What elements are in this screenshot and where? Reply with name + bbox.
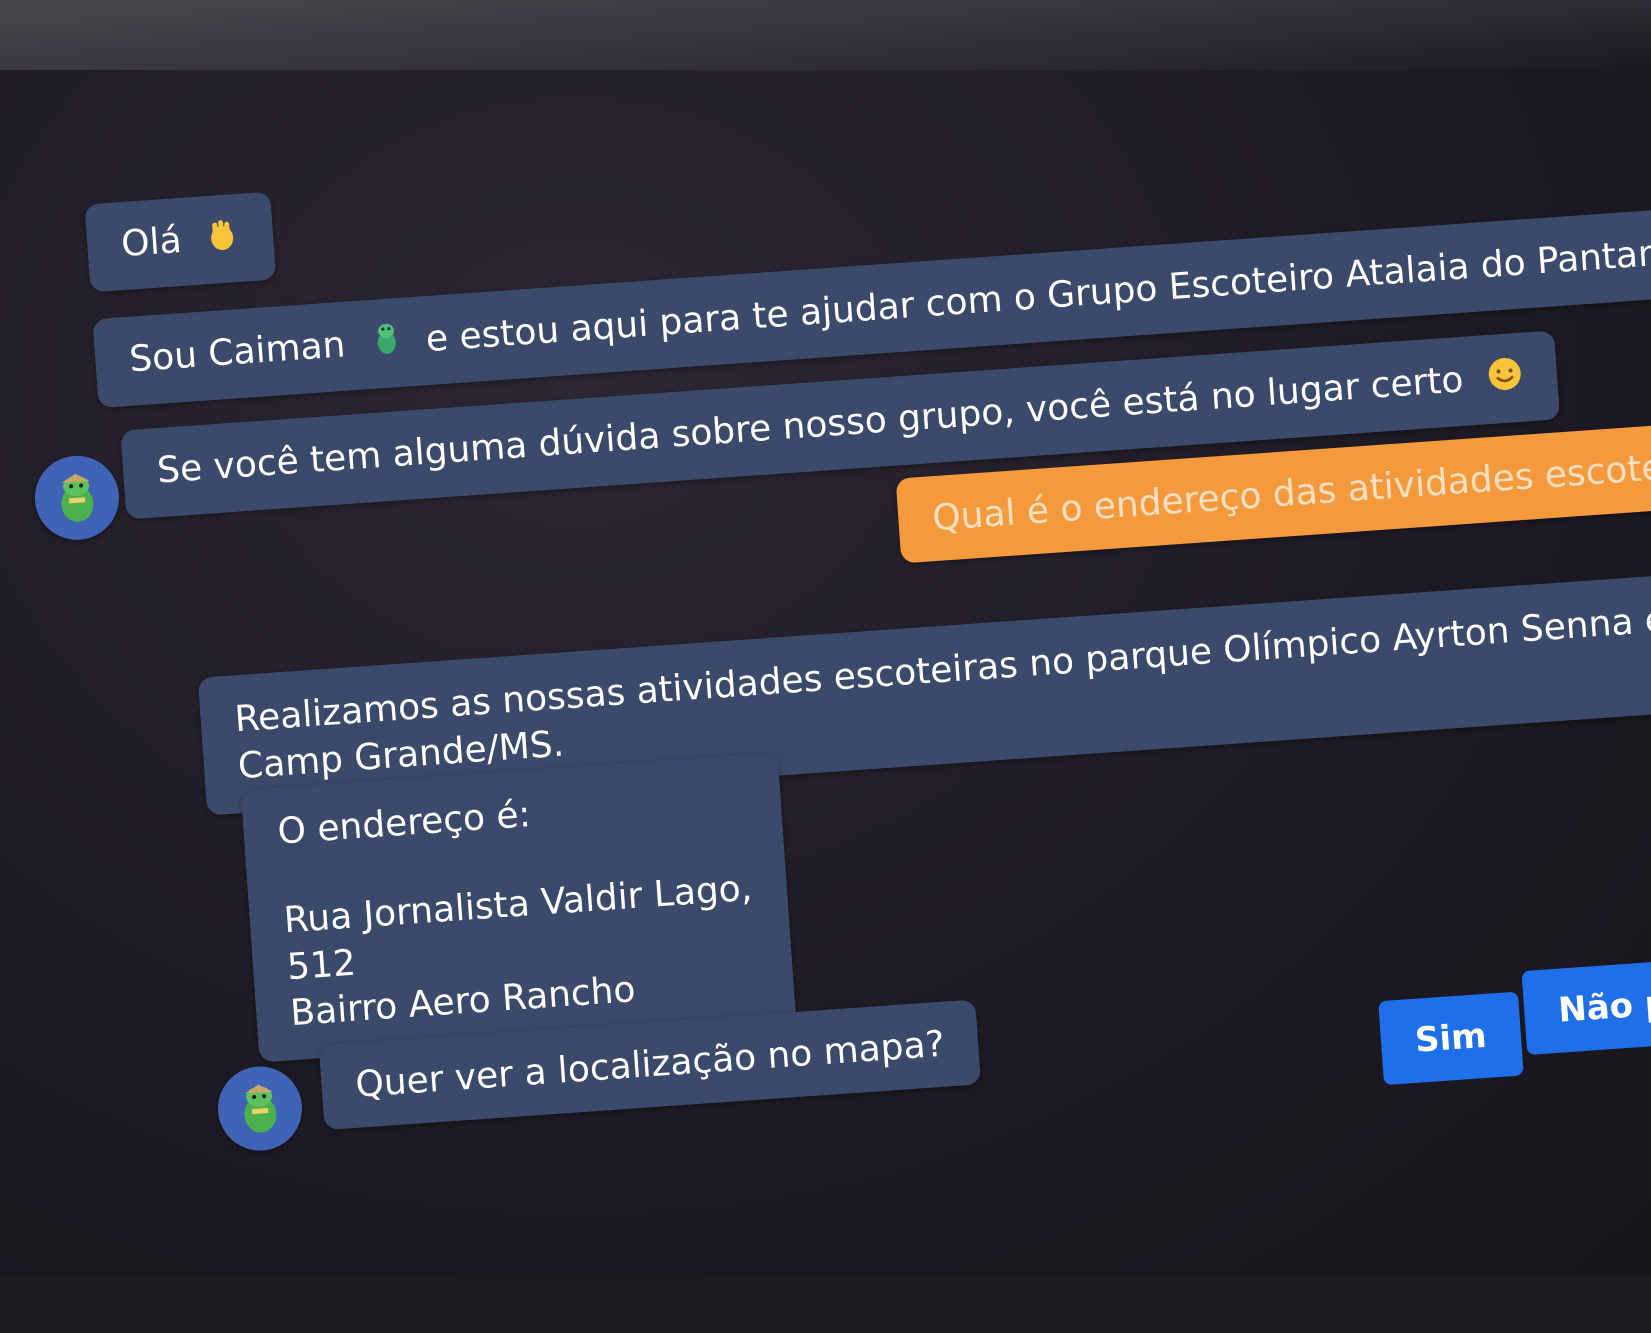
smiling-face-icon	[1485, 355, 1524, 402]
waving-hand-icon	[204, 216, 241, 261]
message-text: Realizamos as nossas atividades escoteir…	[233, 596, 1651, 788]
message-text: Qual é o endereço das atividades escote	[931, 447, 1651, 540]
bot-message-address: O endereço é: Rua Jornalista Valdir Lago…	[240, 752, 797, 1063]
message-text: Quer ver a localização no mapa?	[354, 1023, 946, 1106]
crocodile-icon	[367, 320, 406, 367]
message-text: Olá	[119, 219, 184, 266]
crocodile-scout-icon	[61, 473, 94, 522]
no-button[interactable]: Não pr	[1521, 952, 1651, 1056]
chat-window: Olá Sou Caiman e estou aqui para te ajud…	[14, 0, 1651, 1332]
bot-avatar	[215, 1063, 305, 1154]
message-text-before: Sou Caiman	[127, 324, 347, 381]
bot-message-greeting: Olá	[84, 191, 276, 292]
crocodile-scout-icon	[244, 1084, 277, 1133]
yes-button[interactable]: Sim	[1378, 991, 1524, 1086]
